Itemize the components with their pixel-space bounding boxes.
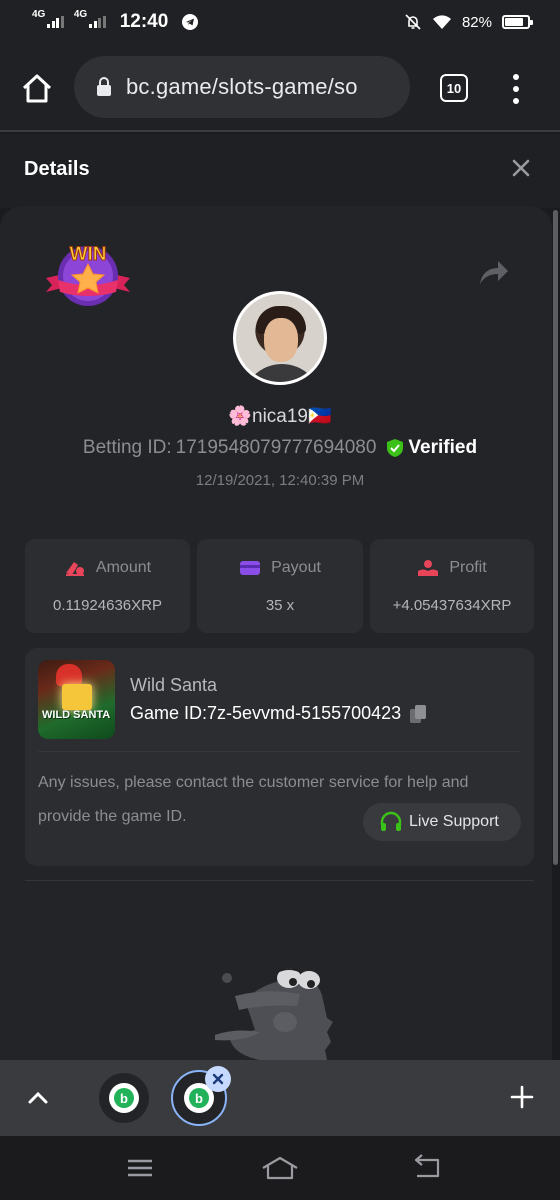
username: 🌸nica19🇵🇭	[228, 406, 332, 427]
betting-id-row: Betting ID: 1719548079777694080 Verified	[0, 437, 560, 459]
status-bar: 4G 4G 12:40 82%	[0, 0, 560, 44]
details-title: Details	[24, 158, 90, 180]
win-badge-icon: WIN	[46, 244, 130, 306]
signal-bars-icon	[89, 16, 106, 28]
mute-bell-icon	[405, 14, 421, 30]
bet-datetime: 12/19/2021, 12:40:39 PM	[195, 472, 365, 489]
divider	[38, 751, 521, 752]
avatar	[233, 291, 327, 385]
close-tab-icon[interactable]	[205, 1066, 231, 1092]
stat-card-payout: Payout 35 x	[197, 539, 363, 633]
back-nav-icon[interactable]	[412, 1154, 442, 1182]
scrollbar[interactable]	[553, 210, 558, 865]
telegram-icon	[182, 14, 199, 30]
shield-check-icon	[387, 439, 404, 457]
stat-value-payout: 35 x	[265, 597, 295, 614]
signal-1: 4G	[32, 10, 64, 28]
betting-id-value: 1719548079777694080	[175, 437, 377, 458]
chevron-up-icon[interactable]	[27, 1088, 49, 1106]
battery-icon	[502, 15, 533, 29]
lock-icon	[97, 77, 111, 96]
crocodile-mascot-icon	[215, 968, 333, 1060]
address-bar[interactable]: bc.game/slots-game/so	[74, 56, 410, 118]
tab-bcgame-1[interactable]: b	[99, 1073, 149, 1123]
browser-toolbar: bc.game/slots-game/so 10	[0, 44, 560, 132]
stat-card-amount: Amount 0.11924636XRP	[25, 539, 190, 633]
headset-icon	[380, 811, 402, 831]
wifi-icon	[432, 15, 451, 29]
tab-switcher-button[interactable]: 10	[440, 74, 468, 102]
game-id-value: 7z-5evvmd-5155700423	[207, 703, 402, 723]
game-name: Wild Santa	[130, 675, 218, 695]
game-id-label: Game ID:	[130, 703, 208, 723]
url-text: bc.game/slots-game/so	[126, 74, 358, 99]
stat-card-profit: Profit +4.05437634XRP	[370, 539, 534, 633]
home-icon[interactable]	[20, 72, 54, 106]
clock: 12:40	[119, 11, 169, 32]
recents-menu-icon[interactable]	[126, 1154, 154, 1182]
battery-percent: 82%	[461, 13, 492, 31]
menu-kebab-icon[interactable]	[510, 74, 522, 104]
help-text-line1: Any issues, please contact the customer …	[38, 774, 469, 791]
section-divider	[25, 880, 534, 881]
signal-bars-icon	[47, 16, 64, 28]
tab-strip	[0, 1060, 560, 1136]
share-icon[interactable]	[478, 258, 510, 286]
badge-text: WIN	[70, 244, 107, 265]
profit-icon	[418, 560, 439, 576]
verified-badge: Verified	[386, 437, 477, 459]
new-tab-plus-icon[interactable]	[510, 1085, 534, 1109]
close-icon[interactable]	[511, 158, 531, 178]
signal-2: 4G	[74, 10, 106, 28]
live-support-button[interactable]: Live Support	[363, 803, 521, 841]
card-icon	[240, 561, 261, 575]
home-nav-icon[interactable]	[260, 1154, 300, 1182]
amount-icon	[65, 562, 84, 576]
stat-value-amount: 0.11924636XRP	[53, 597, 162, 614]
game-id-row: Game ID: 7z-5evvmd-5155700423	[130, 703, 427, 724]
details-header: Details	[0, 134, 560, 208]
help-text-line2: provide the game ID.	[38, 808, 187, 825]
copy-icon[interactable]	[409, 704, 427, 724]
betting-id-label: Betting ID:	[82, 437, 172, 458]
game-thumbnail[interactable]: WILD SANTA	[38, 660, 115, 739]
bcgame-logo-icon: b	[109, 1083, 139, 1113]
stat-value-profit: +4.05437634XRP	[392, 597, 512, 614]
